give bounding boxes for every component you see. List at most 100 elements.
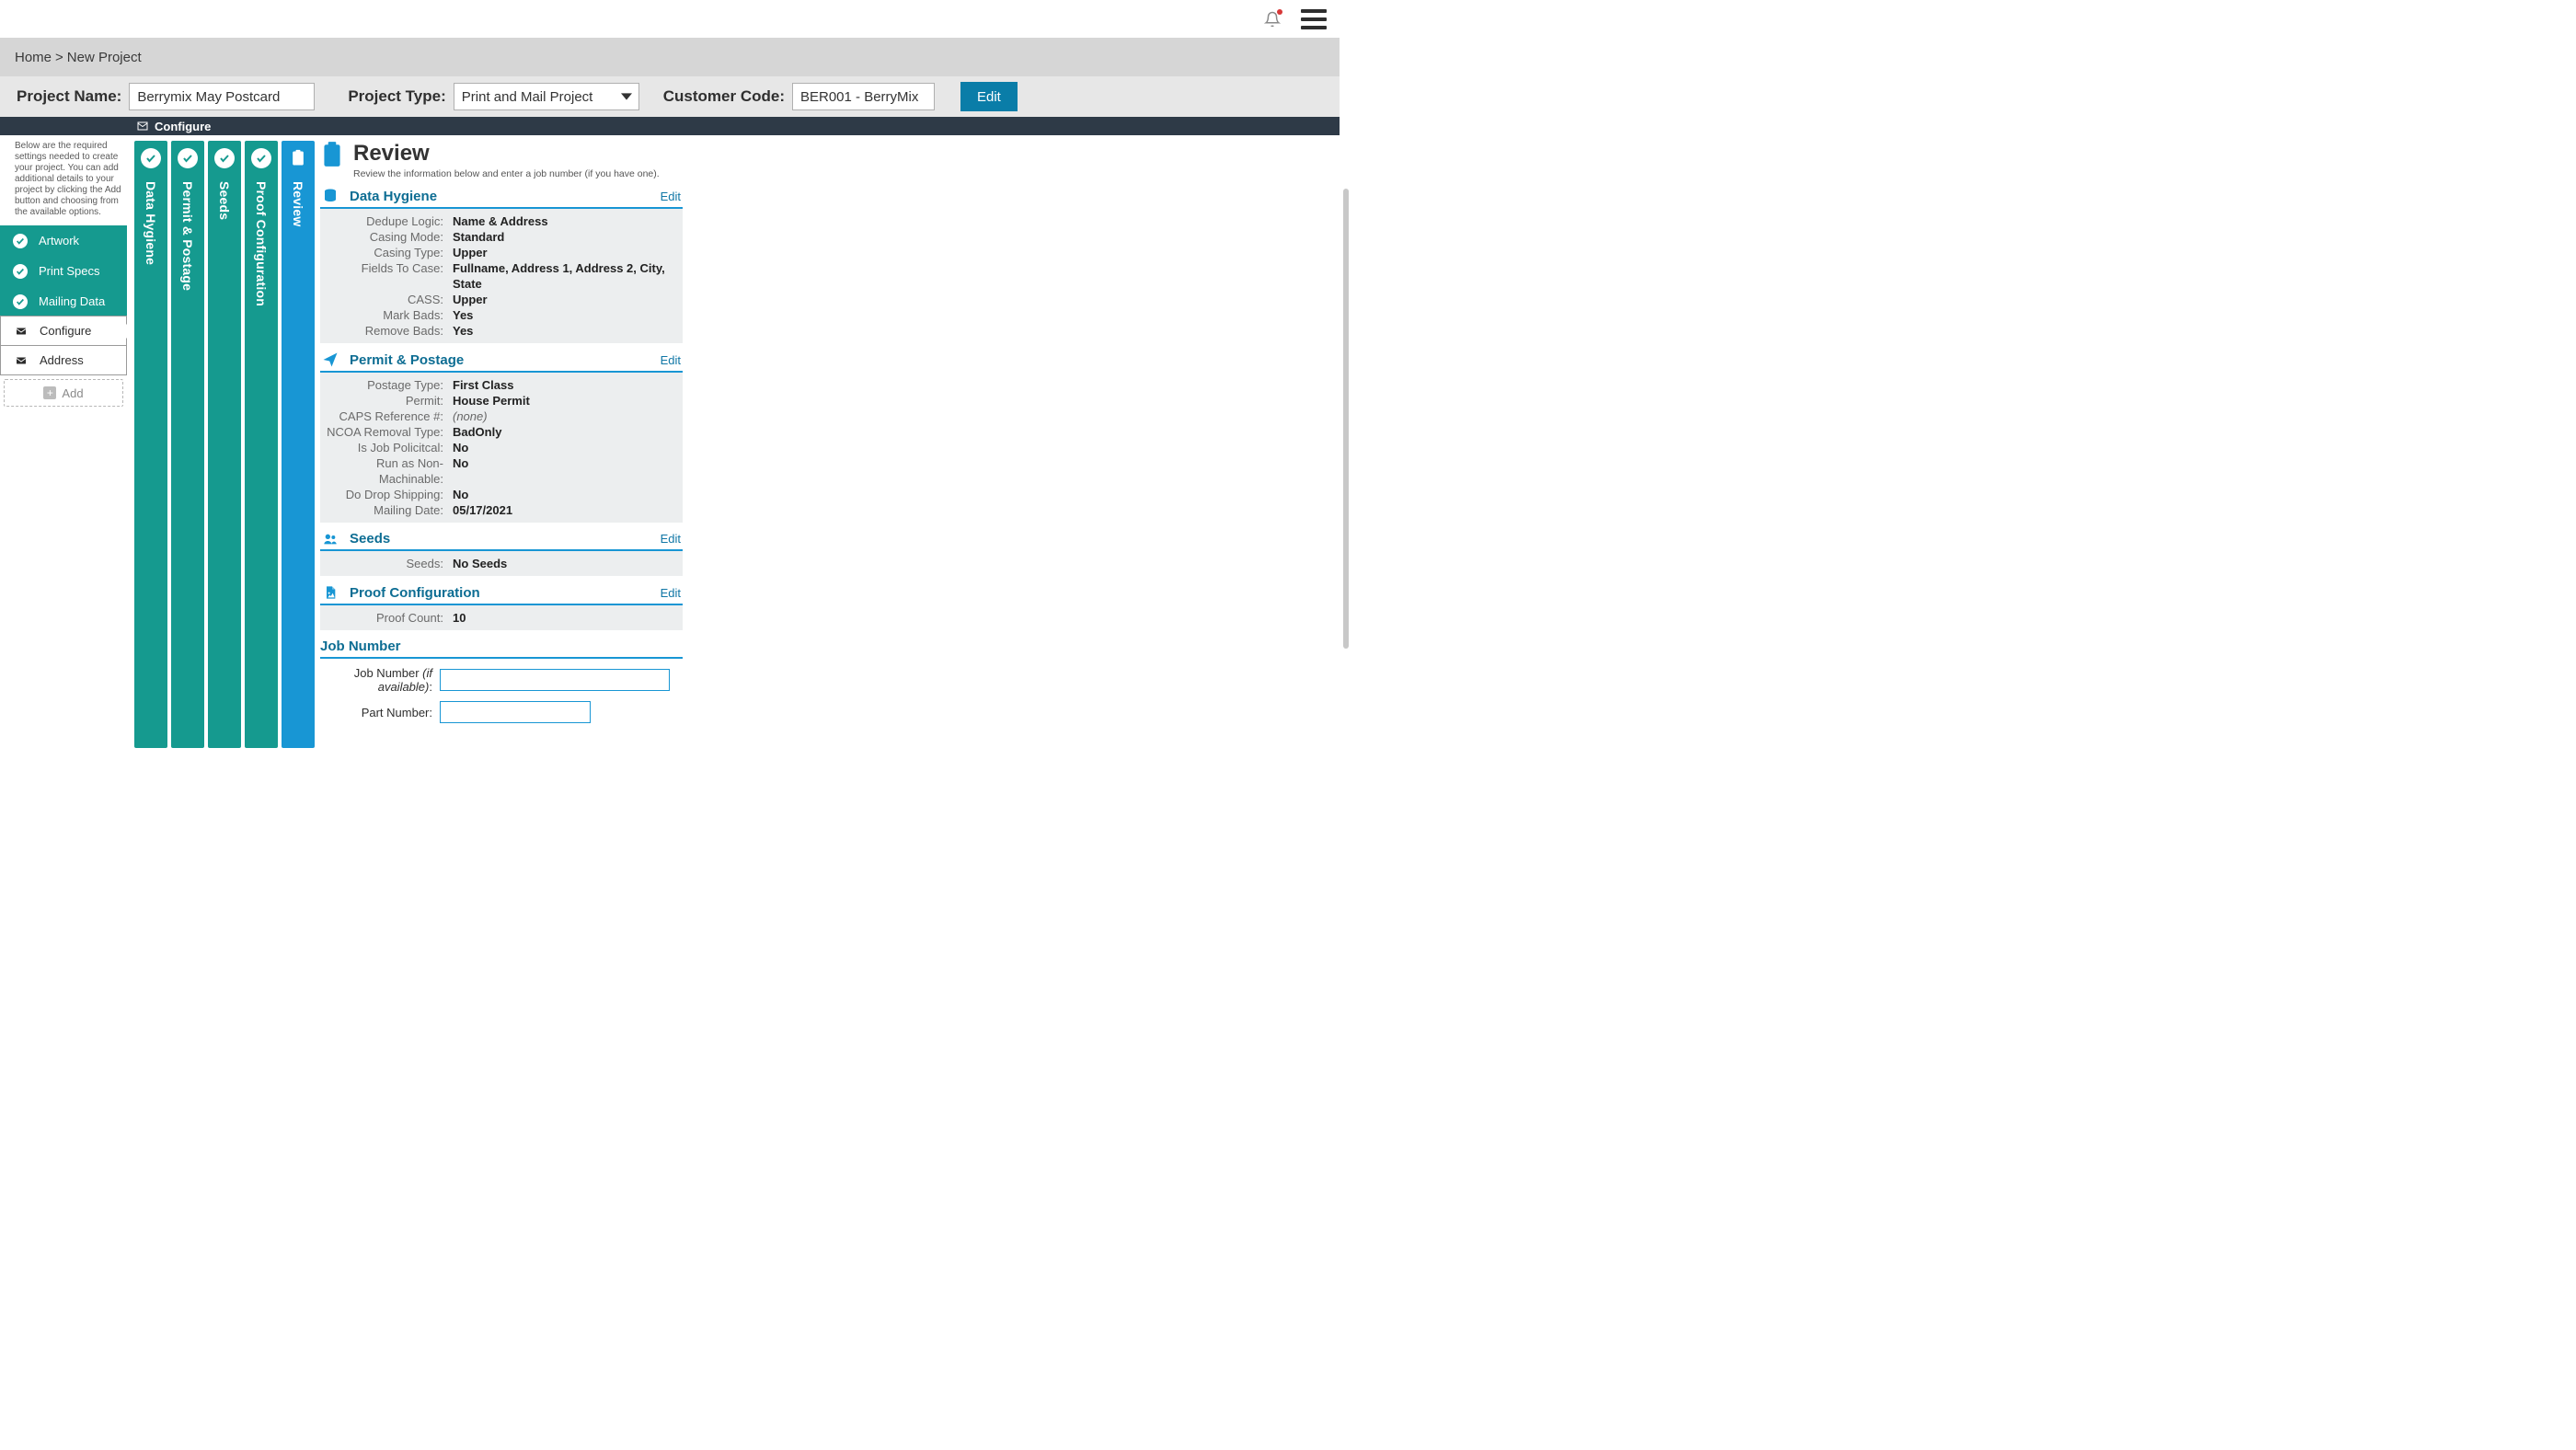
row-key: CASS	[320, 292, 447, 307]
section-edit-link[interactable]: Edit	[661, 353, 683, 367]
step-columns: Data Hygiene Permit & Postage Seeds Proo…	[127, 135, 315, 751]
section-permit-postage: Permit & Postage Edit Postage TypeFirst …	[320, 349, 683, 523]
sidebar-item-label: Artwork	[39, 234, 79, 247]
paper-plane-icon	[320, 351, 340, 368]
envelope-icon	[12, 355, 30, 366]
notifications-bell-icon[interactable]	[1264, 11, 1281, 28]
project-type-select[interactable]	[454, 83, 639, 110]
step-label: Data Hygiene	[144, 181, 158, 265]
envelope-icon	[12, 326, 30, 337]
row-value: 05/17/2021	[447, 502, 675, 518]
customer-code-label: Customer Code:	[663, 87, 785, 106]
row-key: Dedupe Logic	[320, 213, 447, 229]
row-value: No	[447, 487, 675, 502]
configure-strip: Configure	[0, 117, 1340, 135]
step-proof-configuration[interactable]: Proof Configuration	[245, 141, 278, 748]
section-edit-link[interactable]: Edit	[661, 532, 683, 546]
step-label: Permit & Postage	[180, 181, 195, 291]
breadcrumb: Home > New Project	[0, 38, 1340, 76]
row-key: Proof Count	[320, 610, 447, 626]
row-key: Do Drop Shipping	[320, 487, 447, 502]
row-value: No Seeds	[447, 556, 675, 571]
scrollbar[interactable]	[1343, 189, 1349, 649]
step-data-hygiene[interactable]: Data Hygiene	[134, 141, 167, 748]
section-title: Data Hygiene	[350, 189, 661, 204]
project-name-label: Project Name:	[17, 87, 121, 106]
review-panel: Review Review the information below and …	[315, 135, 683, 751]
row-value: Upper	[447, 292, 675, 307]
breadcrumb-current: New Project	[67, 50, 142, 65]
check-icon	[178, 148, 198, 168]
row-key: Permit	[320, 393, 447, 409]
row-value: No	[447, 455, 675, 487]
row-value: Name & Address	[447, 213, 675, 229]
breadcrumb-home[interactable]: Home	[15, 50, 52, 65]
part-number-input[interactable]	[440, 701, 591, 723]
step-label: Seeds	[217, 181, 232, 220]
job-number-label: Job Number (if available):	[320, 666, 440, 694]
notification-dot	[1277, 9, 1282, 15]
sidebar-item-label: Configure	[40, 324, 91, 338]
row-key: Is Job Policitcal	[320, 440, 447, 455]
sidebar-item-address[interactable]: Address	[0, 345, 127, 375]
step-seeds[interactable]: Seeds	[208, 141, 241, 748]
row-key: Casing Type	[320, 245, 447, 260]
review-wrap: Review Review the information below and …	[315, 135, 1340, 751]
sidebar-item-label: Address	[40, 353, 84, 367]
check-icon	[13, 234, 28, 248]
sidebar-item-artwork[interactable]: Artwork	[0, 225, 127, 256]
database-icon	[320, 188, 340, 204]
step-permit-postage[interactable]: Permit & Postage	[171, 141, 204, 748]
sidebar-item-label: Print Specs	[39, 264, 99, 278]
row-key: NCOA Removal Type	[320, 424, 447, 440]
review-title: Review	[353, 141, 660, 167]
sidebar-item-label: Mailing Data	[39, 294, 105, 308]
sidebar-item-print-specs[interactable]: Print Specs	[0, 256, 127, 286]
row-value: No	[447, 440, 675, 455]
image-file-icon	[320, 584, 340, 601]
add-button[interactable]: + Add	[4, 379, 123, 407]
check-icon	[214, 148, 235, 168]
edit-project-button[interactable]: Edit	[960, 82, 1018, 111]
row-value: Yes	[447, 323, 675, 339]
section-data-hygiene: Data Hygiene Edit Dedupe LogicName & Add…	[320, 185, 683, 343]
review-subtitle: Review the information below and enter a…	[353, 168, 660, 179]
row-key: Postage Type	[320, 377, 447, 393]
section-proof-config: Proof Configuration Edit Proof Count10	[320, 581, 683, 630]
customer-code-input[interactable]	[792, 83, 935, 110]
row-key: CAPS Reference #	[320, 409, 447, 424]
project-header: Project Name: Project Type: Customer Cod…	[0, 76, 1340, 117]
add-label: Add	[62, 386, 83, 400]
row-key: Mark Bads	[320, 307, 447, 323]
plus-icon: +	[43, 386, 56, 399]
row-key: Casing Mode	[320, 229, 447, 245]
project-name-input[interactable]	[129, 83, 315, 110]
check-icon	[13, 264, 28, 279]
row-value: Yes	[447, 307, 675, 323]
sidebar-item-mailing-data[interactable]: Mailing Data	[0, 286, 127, 316]
row-value: Upper	[447, 245, 675, 260]
step-label: Proof Configuration	[254, 181, 269, 306]
part-number-label: Part Number:	[320, 706, 440, 719]
check-icon	[141, 148, 161, 168]
project-type-label: Project Type:	[348, 87, 445, 106]
sidebar-item-configure[interactable]: Configure	[0, 316, 127, 346]
envelope-icon	[136, 121, 149, 132]
menu-icon[interactable]	[1301, 9, 1327, 29]
section-edit-link[interactable]: Edit	[661, 586, 683, 600]
topbar	[0, 0, 1340, 38]
row-value: BadOnly	[447, 424, 675, 440]
row-value: (none)	[447, 409, 675, 424]
row-value: First Class	[447, 377, 675, 393]
row-value: Fullname, Address 1, Address 2, City, St…	[447, 260, 675, 292]
step-review[interactable]: Review	[282, 141, 315, 748]
section-title: Seeds	[350, 531, 661, 547]
row-value: 10	[447, 610, 675, 626]
section-edit-link[interactable]: Edit	[661, 190, 683, 203]
left-rail: Below are the required settings needed t…	[0, 135, 127, 751]
job-number-input[interactable]	[440, 669, 670, 691]
check-icon	[251, 148, 271, 168]
step-label: Review	[291, 181, 305, 226]
breadcrumb-sep: >	[55, 50, 63, 65]
row-key: Run as Non-Machinable	[320, 455, 447, 487]
